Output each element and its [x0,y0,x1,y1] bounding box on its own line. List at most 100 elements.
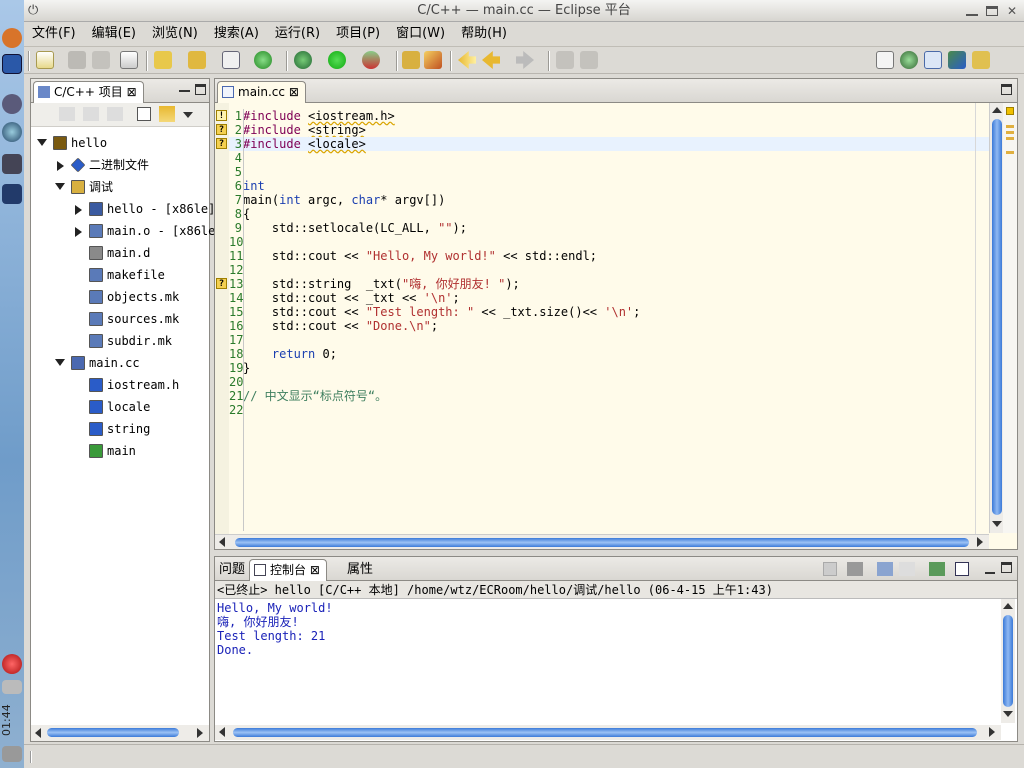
warning-marker-icon[interactable]: ! [216,110,227,121]
overview-mark[interactable] [1006,137,1014,140]
printer-icon[interactable] [2,680,22,694]
remove-launches-icon[interactable] [847,562,863,576]
back-nav-icon[interactable] [59,107,75,121]
forward-icon[interactable] [516,51,534,69]
close-tab-icon[interactable]: ⊠ [310,563,320,577]
code-line[interactable]: ? 2 #include <string> [216,123,989,137]
scroll-right-icon[interactable] [989,727,995,737]
new-source-icon[interactable] [254,51,272,69]
tab-main-cc[interactable]: main.cc ⊠ [217,81,306,103]
resource-perspective-icon[interactable] [972,51,990,69]
annotation-icon[interactable] [580,51,598,69]
maximize-editor-icon[interactable] [1001,84,1012,95]
new-cpp-project-icon[interactable] [154,51,172,69]
maximize-view-icon[interactable] [1001,562,1012,573]
link-editor-icon[interactable] [159,106,175,122]
expanded-twisty-icon[interactable] [55,183,65,190]
collapse-all-icon[interactable] [137,107,151,121]
display-console-icon[interactable] [955,562,969,576]
debug-icon[interactable] [294,51,312,69]
code-line[interactable]: 6 int [229,179,989,193]
globe-icon[interactable] [2,122,22,142]
code-line[interactable]: 18 return 0; [229,347,989,361]
overview-mark[interactable] [1006,131,1014,134]
new-class-icon[interactable] [222,51,240,69]
code-line[interactable]: 21// 中文显示“标点符号“。 [229,389,989,403]
volume-icon[interactable] [2,746,22,762]
minimize-view-icon[interactable] [179,84,190,92]
code-line[interactable]: 7 main(int argc, char* argv[]) [229,193,989,207]
code-line[interactable]: ! 1 #include <iostream.h> [216,109,989,123]
question-marker-icon[interactable]: ? [216,138,227,149]
java-perspective-icon[interactable] [948,51,966,69]
print-icon[interactable] [92,51,110,69]
minimize-view-icon[interactable] [985,566,995,574]
menu-window[interactable]: 窗口(W) [388,23,453,45]
gears-icon[interactable] [2,94,22,114]
new-icon[interactable] [36,51,54,69]
tab-problems[interactable]: 问题 [219,560,245,580]
menu-navigate[interactable]: 浏览(N) [144,23,206,45]
close-tab-icon[interactable]: ⊠ [127,85,137,99]
cpp-perspective-icon[interactable] [924,51,942,69]
up-nav-icon[interactable] [107,107,123,121]
scroll-up-icon[interactable] [992,107,1002,113]
back-icon[interactable] [482,51,500,69]
expanded-twisty-icon[interactable] [37,139,47,146]
scroll-left-icon[interactable] [219,537,225,547]
last-edit-icon[interactable] [458,51,476,69]
code-line[interactable]: 8{ [229,207,989,221]
forward-nav-icon[interactable] [83,107,99,121]
external-tools-icon[interactable] [362,51,380,69]
code-line[interactable]: 22 [229,403,989,417]
terminal-icon[interactable] [2,154,22,174]
collapsed-twisty-icon[interactable] [75,227,82,237]
warning-summary-icon[interactable] [1006,107,1014,115]
editor-vscrollbar[interactable] [989,103,1003,533]
tab-properties[interactable]: 属性 [347,560,373,580]
open-perspective-icon[interactable] [876,51,894,69]
menu-run[interactable]: 运行(R) [267,23,328,45]
code-line[interactable]: 19} [229,361,989,375]
save-icon[interactable] [68,51,86,69]
menu-project[interactable]: 项目(P) [328,23,388,45]
close-tab-icon[interactable]: ⊠ [289,85,299,99]
close-icon[interactable]: ✕ [1006,5,1018,17]
project-hscrollbar[interactable] [31,725,209,741]
code-line[interactable]: 10 [229,235,989,249]
clear-console-icon[interactable] [877,562,893,576]
scroll-left-icon[interactable] [219,727,225,737]
code-line[interactable]: 14 std::cout << _txt << '\n'; [229,291,989,305]
code-line[interactable]: 5 [229,165,989,179]
collapsed-twisty-icon[interactable] [75,205,82,215]
menu-edit[interactable]: 编辑(E) [84,23,144,45]
terminate-icon[interactable] [823,562,837,576]
editor-hscrollbar[interactable] [215,534,989,549]
minimize-icon[interactable] [966,6,978,16]
scrollbar-thumb[interactable] [1003,615,1013,707]
maximize-view-icon[interactable] [195,84,206,95]
menu-file[interactable]: 文件(F) [24,23,84,45]
question-marker-icon[interactable]: ? [216,278,227,289]
overview-mark[interactable] [1006,151,1014,154]
code-line[interactable]: 15 std::cout << "Test length: " << _txt.… [229,305,989,319]
scroll-right-icon[interactable] [197,728,203,738]
window-menu-icon[interactable]: ⏻ [28,0,38,22]
code-line[interactable]: 17 [229,333,989,347]
code-line[interactable]: 11 std::cout << "Hello, My world!" << st… [229,249,989,263]
overview-mark[interactable] [1006,125,1014,128]
menu-search[interactable]: 搜索(A) [206,23,267,45]
menu-help[interactable]: 帮助(H) [453,23,515,45]
expanded-twisty-icon[interactable] [55,359,65,366]
code-line[interactable]: 20 [229,375,989,389]
debug-perspective-icon[interactable] [900,51,918,69]
scroll-lock-icon[interactable] [899,562,915,576]
scrollbar-thumb[interactable] [992,119,1002,515]
ubuntu-icon[interactable] [2,28,22,48]
scroll-up-icon[interactable] [1003,603,1013,609]
eclipse-launcher-icon[interactable] [2,184,22,204]
open-type-icon[interactable] [402,51,420,69]
collapsed-twisty-icon[interactable] [57,161,64,171]
scroll-right-icon[interactable] [977,537,983,547]
console-output[interactable]: Hello, My world! 嗨, 你好朋友! Test length: 21 D… [217,601,997,657]
